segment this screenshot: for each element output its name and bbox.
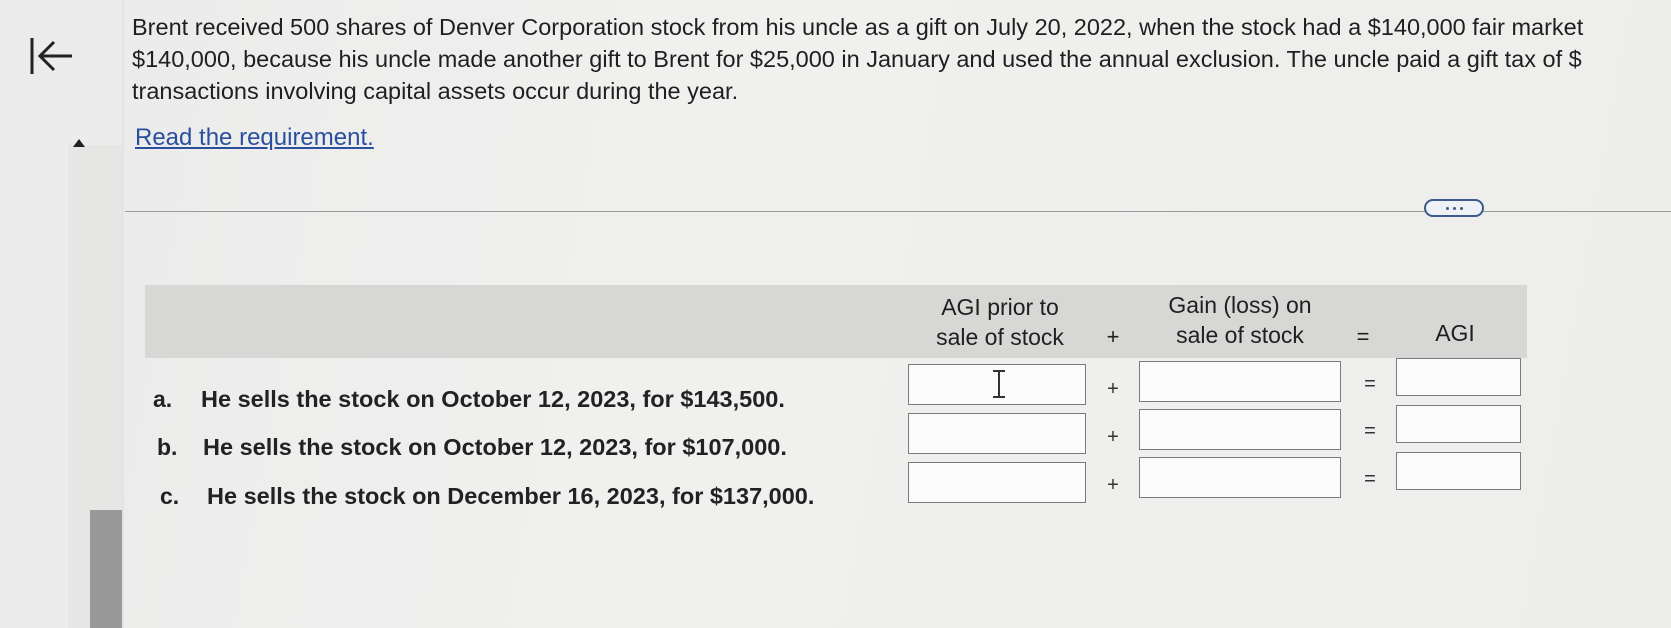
row-c-label: He sells the stock on December 16, 2023,… <box>207 483 815 509</box>
rail-divider <box>122 0 124 628</box>
row-b-agi-input[interactable] <box>1396 405 1521 443</box>
question-text: Brent received 500 shares of Denver Corp… <box>132 11 1671 107</box>
header-equals: = <box>1356 324 1370 349</box>
text-cursor-icon <box>992 369 1006 399</box>
back-to-start-icon[interactable] <box>28 34 76 78</box>
row-a-agi-input[interactable] <box>1396 358 1521 396</box>
row-a-plus: + <box>1107 378 1119 400</box>
row-c-agi-input[interactable] <box>1396 452 1521 490</box>
row-b-label: He sells the stock on October 12, 2023, … <box>203 434 787 460</box>
row-b-agi-prior-input[interactable] <box>908 413 1086 454</box>
row-c-letter: c. <box>160 483 180 509</box>
row-c-plus: + <box>1107 474 1119 496</box>
header-agi-prior-line-2: sale of stock <box>936 324 1064 350</box>
header-gain: Gain (loss) on sale of stock <box>1140 290 1340 350</box>
row-c-gain-input[interactable] <box>1139 457 1341 498</box>
row-a-equals: = <box>1364 373 1376 395</box>
row-a-label: He sells the stock on October 12, 2023, … <box>201 386 785 412</box>
read-requirement-link[interactable]: Read the requirement. <box>135 124 374 152</box>
row-b-plus: + <box>1107 426 1119 448</box>
question-line-2: $140,000, because his uncle made another… <box>132 46 1582 72</box>
header-gain-line-1: Gain (loss) on <box>1168 292 1312 318</box>
row-a-letter: a. <box>153 386 173 412</box>
row-b-letter: b. <box>157 434 178 460</box>
row-b-equals: = <box>1364 420 1376 442</box>
row-c-equals: = <box>1364 468 1376 490</box>
triangle-up-icon[interactable] <box>72 135 86 147</box>
more-options-icon[interactable] <box>1424 199 1484 217</box>
header-agi: AGI <box>1435 320 1475 346</box>
header-gain-line-2: sale of stock <box>1176 322 1304 348</box>
header-agi-prior: AGI prior to sale of stock <box>910 292 1090 352</box>
row-a-gain-input[interactable] <box>1139 361 1341 402</box>
row-b-gain-input[interactable] <box>1139 409 1341 450</box>
row-c-agi-prior-input[interactable] <box>908 462 1086 503</box>
scrollbar-thumb[interactable] <box>90 510 124 628</box>
header-plus: + <box>1106 324 1120 349</box>
question-line-3: transactions involving capital assets oc… <box>132 78 739 104</box>
header-agi-prior-line-1: AGI prior to <box>941 294 1059 320</box>
question-line-1: Brent received 500 shares of Denver Corp… <box>132 14 1584 40</box>
